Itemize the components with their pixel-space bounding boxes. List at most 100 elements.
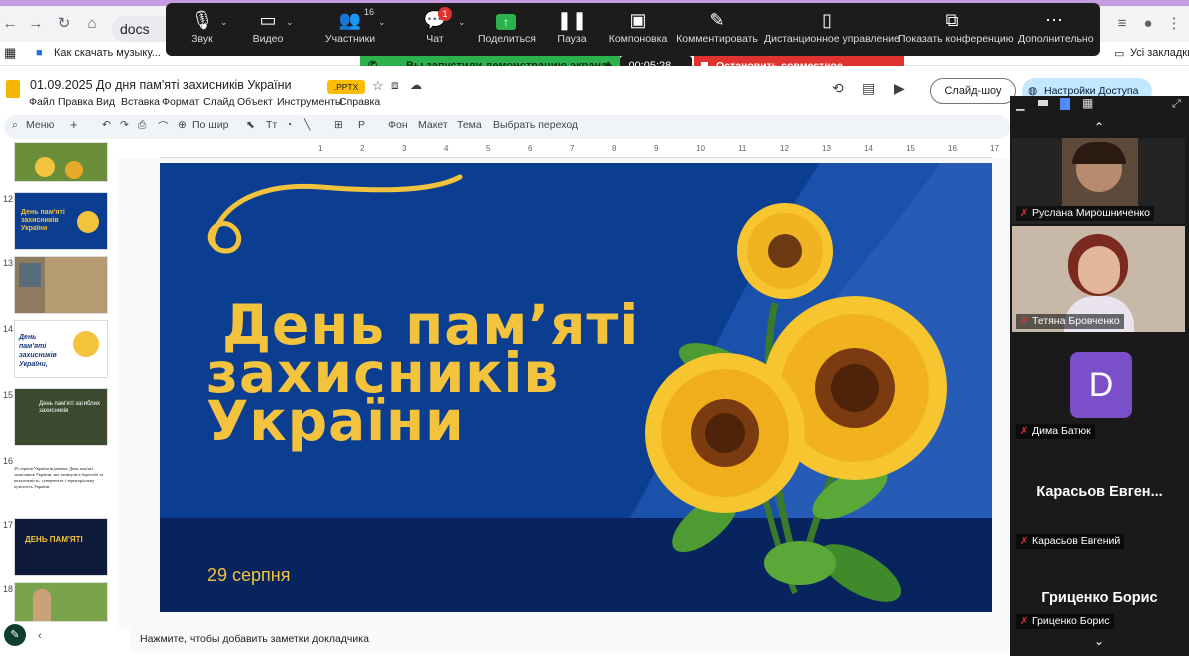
- home-icon[interactable]: ⌂: [82, 14, 102, 34]
- annotate-button[interactable]: ✎ Комментировать: [676, 3, 758, 56]
- scroll-up-chevron-icon[interactable]: ⌃: [1094, 120, 1104, 134]
- star-icon[interactable]: ☆: [372, 78, 384, 94]
- meet-camera-icon[interactable]: ▶: [894, 80, 905, 97]
- collapse-chevron-icon[interactable]: ‹: [38, 630, 42, 642]
- comment-add-icon[interactable]: ⊞: [334, 119, 343, 131]
- mic-muted-icon: ✗: [1020, 208, 1029, 219]
- slide-thumbnail[interactable]: День пам'яті захисників України,: [14, 320, 108, 378]
- slide-title: День пам’яті захисників України: [206, 298, 639, 449]
- ruler-tick-label: 1: [318, 144, 323, 153]
- toolbar-theme[interactable]: Тема: [457, 119, 482, 131]
- slide-thumbnail[interactable]: [14, 142, 108, 182]
- ruler-tick-label: 2: [360, 144, 365, 153]
- slide-number: 16: [3, 456, 14, 466]
- menu-search-field[interactable]: Меню: [26, 119, 54, 131]
- new-slide-plus-icon[interactable]: +: [70, 117, 78, 132]
- redo-icon[interactable]: ↷: [120, 119, 129, 131]
- slide-thumbnail[interactable]: ДЕНЬ ПАМ'ЯТІ: [14, 518, 108, 576]
- apps-grid-icon[interactable]: ▦: [4, 45, 16, 61]
- chevron-down-icon[interactable]: ⌄: [458, 17, 466, 28]
- participant-name-label: ✗ Дима Батюк: [1016, 424, 1095, 439]
- layout-button[interactable]: ▣ Компоновка: [608, 3, 668, 56]
- layout-icon: ▣: [629, 10, 647, 30]
- history-icon[interactable]: ⟲: [832, 80, 844, 97]
- chevron-down-icon[interactable]: ⌄: [378, 17, 386, 28]
- share-screen-icon: ↑: [478, 3, 534, 33]
- edit-pen-icon[interactable]: ✎: [4, 624, 26, 646]
- slides-logo-icon[interactable]: [6, 80, 20, 98]
- menu-object[interactable]: Объект: [237, 96, 273, 108]
- zoom-select[interactable]: По шир: [192, 119, 228, 131]
- menu-view[interactable]: Вид: [96, 96, 115, 108]
- all-bookmarks[interactable]: Усі закладки: [1130, 47, 1189, 59]
- more-button[interactable]: ⋯ Дополнительно: [1018, 3, 1094, 56]
- participant-tile[interactable]: ✗ Руслана Мирошниченко: [1012, 138, 1185, 224]
- cloud-status-icon[interactable]: ☁: [410, 78, 422, 92]
- menu-edit[interactable]: Правка: [58, 96, 93, 108]
- participant-name-label: ✗ Гриценко Борис: [1016, 614, 1114, 629]
- toolbar-layout[interactable]: Макет: [418, 119, 448, 131]
- audio-button[interactable]: 🎙 Звук: [184, 3, 220, 56]
- chevron-down-icon[interactable]: ⌄: [286, 17, 294, 28]
- paint-format-icon[interactable]: ⌒: [158, 119, 169, 134]
- slide-thumbnail[interactable]: День пам'яті загиблих захисників: [14, 388, 108, 446]
- print-icon[interactable]: ⎙: [138, 119, 146, 132]
- speaker-notes[interactable]: Нажмите, чтобы добавить заметки докладчи…: [130, 626, 1010, 652]
- slideshow-button[interactable]: Слайд-шоу: [930, 78, 1016, 104]
- menu-file[interactable]: Файл: [29, 96, 55, 108]
- reload-icon[interactable]: ↻: [54, 14, 74, 34]
- menu-help[interactable]: Справка: [339, 96, 380, 108]
- forward-arrow-icon[interactable]: →: [26, 14, 46, 34]
- participant-tile[interactable]: Гриценко Борис ✗ Гриценко Борис: [1012, 556, 1185, 632]
- menu-slide[interactable]: Слайд: [203, 96, 235, 108]
- text-box-icon[interactable]: Tт: [266, 119, 277, 131]
- gallery-view-icon[interactable]: ▦: [1082, 96, 1093, 110]
- slide-thumbnail[interactable]: 29 серпня Україна відзначає День пам'яті…: [14, 454, 108, 514]
- address-bar[interactable]: docs: [112, 16, 170, 42]
- move-folder-icon[interactable]: ⧈: [391, 78, 399, 93]
- menu-format[interactable]: Формат: [162, 96, 199, 108]
- participants-count: 16: [364, 7, 375, 17]
- slide-thumbnail[interactable]: [14, 256, 108, 314]
- remote-control-button[interactable]: ▯ Дистанционное управление: [764, 3, 900, 56]
- toolbar-transition[interactable]: Выбрать переход: [493, 119, 578, 131]
- menu-insert[interactable]: Вставка: [121, 96, 160, 108]
- participant-tile[interactable]: D ✗ Дима Батюк: [1012, 336, 1185, 442]
- back-arrow-icon[interactable]: ←: [0, 14, 20, 34]
- line-icon[interactable]: ╲: [304, 119, 310, 131]
- menu-tools[interactable]: Инструменты: [277, 96, 342, 108]
- speaker-view-icon[interactable]: [1060, 98, 1070, 110]
- participant-tile[interactable]: Карасьов Евген... ✗ Карасьов Евгений: [1012, 446, 1185, 552]
- minimize-icon[interactable]: ▁: [1016, 98, 1024, 111]
- chevron-down-icon[interactable]: ⌄: [220, 17, 228, 28]
- slide-filmstrip: 12 День пам'яті захисників України 13 14…: [0, 140, 118, 646]
- browser-menu-icon[interactable]: ⋮: [1164, 14, 1184, 34]
- document-title[interactable]: 01.09.2025 До дня пам'яті захисників Укр…: [30, 78, 291, 92]
- bookmark-item[interactable]: Как скачать музыку...: [54, 47, 161, 59]
- zoom-icon[interactable]: ⊕: [178, 119, 187, 131]
- share-button[interactable]: ↑ Поделиться: [478, 3, 536, 56]
- shape-icon[interactable]: ◔: [286, 119, 292, 131]
- participant-tile[interactable]: ✗ Тетяна Бровченко: [1012, 226, 1185, 332]
- pause-button[interactable]: ❚❚ Пауза: [554, 3, 590, 56]
- slide-thumbnail[interactable]: День пам'яті захисників України: [14, 192, 108, 250]
- slide-thumbnail[interactable]: [14, 582, 108, 622]
- comments-icon[interactable]: ▤: [862, 80, 875, 97]
- slide-date: 29 серпня: [207, 565, 291, 585]
- expand-icon[interactable]: ⤢: [1172, 98, 1181, 111]
- thumb-caption: 29 серпня Україна відзначає День пам'яті…: [14, 466, 104, 489]
- search-icon: ⌕: [12, 119, 18, 131]
- undo-icon[interactable]: ↶: [102, 119, 111, 131]
- select-cursor-icon[interactable]: ⬉: [246, 119, 255, 131]
- show-meeting-button[interactable]: ⧉ Показать конференцию: [898, 3, 1014, 56]
- scroll-down-chevron-icon[interactable]: ⌄: [1094, 634, 1104, 648]
- video-button[interactable]: ▭ Видео: [248, 3, 288, 56]
- profile-avatar-icon[interactable]: ●: [1138, 14, 1158, 34]
- strip-view-icon[interactable]: [1038, 100, 1048, 106]
- annotate-pen-icon: ✎: [709, 10, 725, 30]
- ruler-tick-label: 12: [780, 144, 789, 153]
- toolbar-background[interactable]: Фон: [388, 119, 408, 131]
- media-icon[interactable]: ≡: [1112, 14, 1132, 34]
- current-slide[interactable]: День пам’яті захисників України 29 серпн…: [160, 163, 992, 612]
- background-paint-icon[interactable]: P: [358, 119, 365, 131]
